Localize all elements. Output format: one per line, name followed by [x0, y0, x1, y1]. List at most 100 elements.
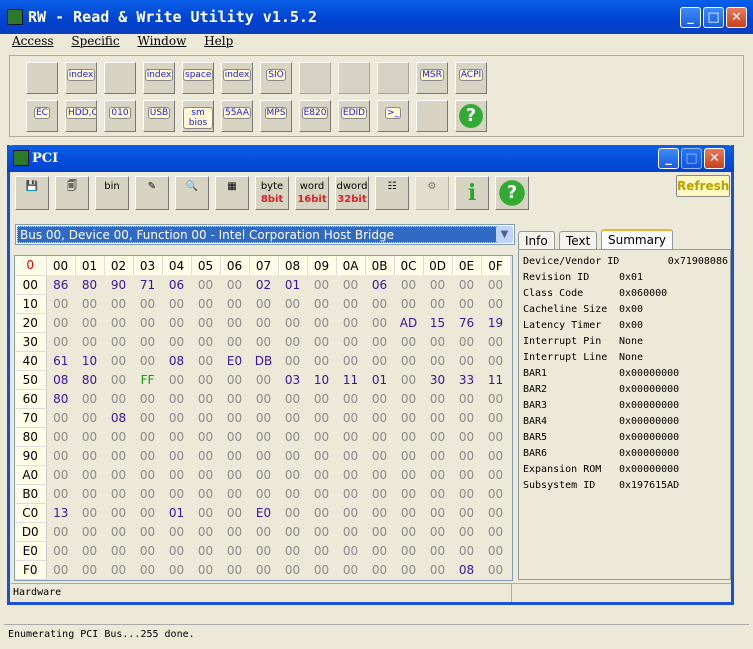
hex-cell[interactable]: 00 [104, 503, 133, 522]
hex-cell[interactable]: 00 [191, 446, 220, 465]
memory-index-icon[interactable]: index [143, 62, 175, 94]
hex-cell[interactable]: 00 [133, 332, 162, 351]
io-space-icon[interactable]: space [182, 62, 214, 94]
hex-cell[interactable]: 80 [75, 370, 104, 389]
hex-cell[interactable]: 00 [46, 522, 75, 541]
hex-cell[interactable]: 00 [46, 484, 75, 503]
hex-cell[interactable]: 00 [336, 446, 365, 465]
hex-cell[interactable]: 00 [307, 332, 336, 351]
hex-cell[interactable]: 00 [220, 427, 249, 446]
hex-cell[interactable]: 00 [75, 560, 104, 579]
hex-cell[interactable]: 00 [133, 522, 162, 541]
hex-cell[interactable]: 00 [278, 503, 307, 522]
hex-cell[interactable]: 00 [75, 465, 104, 484]
hex-cell[interactable]: 00 [336, 560, 365, 579]
hex-cell[interactable]: 00 [104, 294, 133, 313]
hex-cell[interactable]: 00 [191, 332, 220, 351]
hex-cell[interactable]: 00 [162, 560, 191, 579]
tab-info[interactable]: Info [518, 231, 555, 250]
disabled-icon[interactable] [338, 62, 370, 94]
hex-cell[interactable]: 01 [278, 275, 307, 294]
hex-cell[interactable]: 00 [307, 313, 336, 332]
hex-cell[interactable]: 00 [249, 313, 278, 332]
hex-cell[interactable]: 00 [278, 351, 307, 370]
disk-010-icon[interactable]: 010 [104, 100, 136, 132]
hex-cell[interactable]: 00 [394, 484, 423, 503]
hex-cell[interactable]: 00 [75, 503, 104, 522]
hex-cell[interactable]: 00 [452, 522, 481, 541]
menu-help[interactable]: Help [204, 34, 233, 48]
hex-cell[interactable]: 00 [249, 541, 278, 560]
menu-access[interactable]: Access [12, 34, 54, 48]
hex-cell[interactable]: 00 [104, 389, 133, 408]
e820-icon[interactable]: E820 [299, 100, 331, 132]
hex-cell[interactable]: 00 [104, 446, 133, 465]
hex-cell[interactable]: 00 [423, 351, 452, 370]
hex-cell[interactable]: 00 [191, 351, 220, 370]
hex-cell[interactable]: 00 [46, 408, 75, 427]
hardware-icon[interactable] [416, 100, 448, 132]
hex-cell[interactable]: 00 [452, 465, 481, 484]
hex-cell[interactable]: 00 [394, 389, 423, 408]
hex-cell[interactable]: 08 [452, 560, 481, 579]
hex-cell[interactable]: 00 [481, 503, 510, 522]
refresh-button[interactable]: Refresh [676, 175, 730, 197]
hex-cell[interactable]: 00 [394, 560, 423, 579]
hex-cell[interactable]: 00 [104, 560, 133, 579]
help-button[interactable]: ? [495, 176, 529, 210]
usb-icon[interactable]: USB [143, 100, 175, 132]
hex-cell[interactable]: 00 [191, 370, 220, 389]
hex-cell[interactable]: 01 [162, 503, 191, 522]
hex-cell[interactable]: 00 [481, 427, 510, 446]
hex-cell[interactable]: 00 [46, 427, 75, 446]
hex-cell[interactable]: 00 [278, 313, 307, 332]
hex-cell[interactable]: AD [394, 313, 423, 332]
hex-cell[interactable]: 00 [75, 389, 104, 408]
hex-cell[interactable]: 00 [336, 351, 365, 370]
hex-cell[interactable]: 00 [452, 503, 481, 522]
hex-cell[interactable]: 00 [75, 446, 104, 465]
hex-cell[interactable]: 00 [220, 408, 249, 427]
tree-view-button[interactable]: ☷ [375, 176, 409, 210]
hex-cell[interactable]: E0 [249, 503, 278, 522]
hex-cell[interactable]: 00 [133, 503, 162, 522]
hex-cell[interactable]: 00 [46, 541, 75, 560]
hex-cell[interactable]: 00 [46, 313, 75, 332]
hex-cell[interactable]: 00 [423, 427, 452, 446]
hex-cell[interactable]: 00 [249, 389, 278, 408]
word-mode-button[interactable]: word 16bit [295, 176, 329, 210]
save-button[interactable]: 💾 [15, 176, 49, 210]
hex-cell[interactable]: 00 [365, 427, 394, 446]
compare-button[interactable]: ▦ [215, 176, 249, 210]
write-button[interactable]: ✎ [135, 176, 169, 210]
hex-cell[interactable]: 00 [481, 294, 510, 313]
hex-cell[interactable]: 00 [162, 408, 191, 427]
hex-cell[interactable]: 61 [46, 351, 75, 370]
pci-minimize-button[interactable]: _ [658, 148, 679, 169]
hex-cell[interactable]: 00 [191, 503, 220, 522]
hex-cell[interactable]: 00 [481, 522, 510, 541]
hex-cell[interactable]: 00 [452, 541, 481, 560]
hex-cell[interactable]: 00 [46, 560, 75, 579]
hex-cell[interactable]: 00 [133, 313, 162, 332]
hex-cell[interactable]: 00 [394, 427, 423, 446]
rom-55aa-icon[interactable]: 55AA [221, 100, 253, 132]
hex-cell[interactable]: 00 [191, 465, 220, 484]
hex-cell[interactable]: 00 [75, 294, 104, 313]
disabled-icon[interactable] [299, 62, 331, 94]
hex-cell[interactable]: 00 [220, 294, 249, 313]
hex-cell[interactable]: 00 [191, 427, 220, 446]
hex-cell[interactable]: 00 [278, 541, 307, 560]
hex-cell[interactable]: 00 [104, 332, 133, 351]
hex-cell[interactable]: 00 [191, 484, 220, 503]
hex-cell[interactable]: 00 [278, 332, 307, 351]
hex-cell[interactable]: 00 [133, 389, 162, 408]
hex-cell[interactable]: 00 [365, 351, 394, 370]
hex-cell[interactable]: 00 [104, 541, 133, 560]
byte-mode-button[interactable]: byte 8bit [255, 176, 289, 210]
hex-cell[interactable]: 00 [336, 484, 365, 503]
hex-cell[interactable]: 00 [220, 484, 249, 503]
hex-cell[interactable]: 00 [75, 313, 104, 332]
hex-cell[interactable]: 00 [307, 275, 336, 294]
hex-cell[interactable]: 00 [423, 294, 452, 313]
